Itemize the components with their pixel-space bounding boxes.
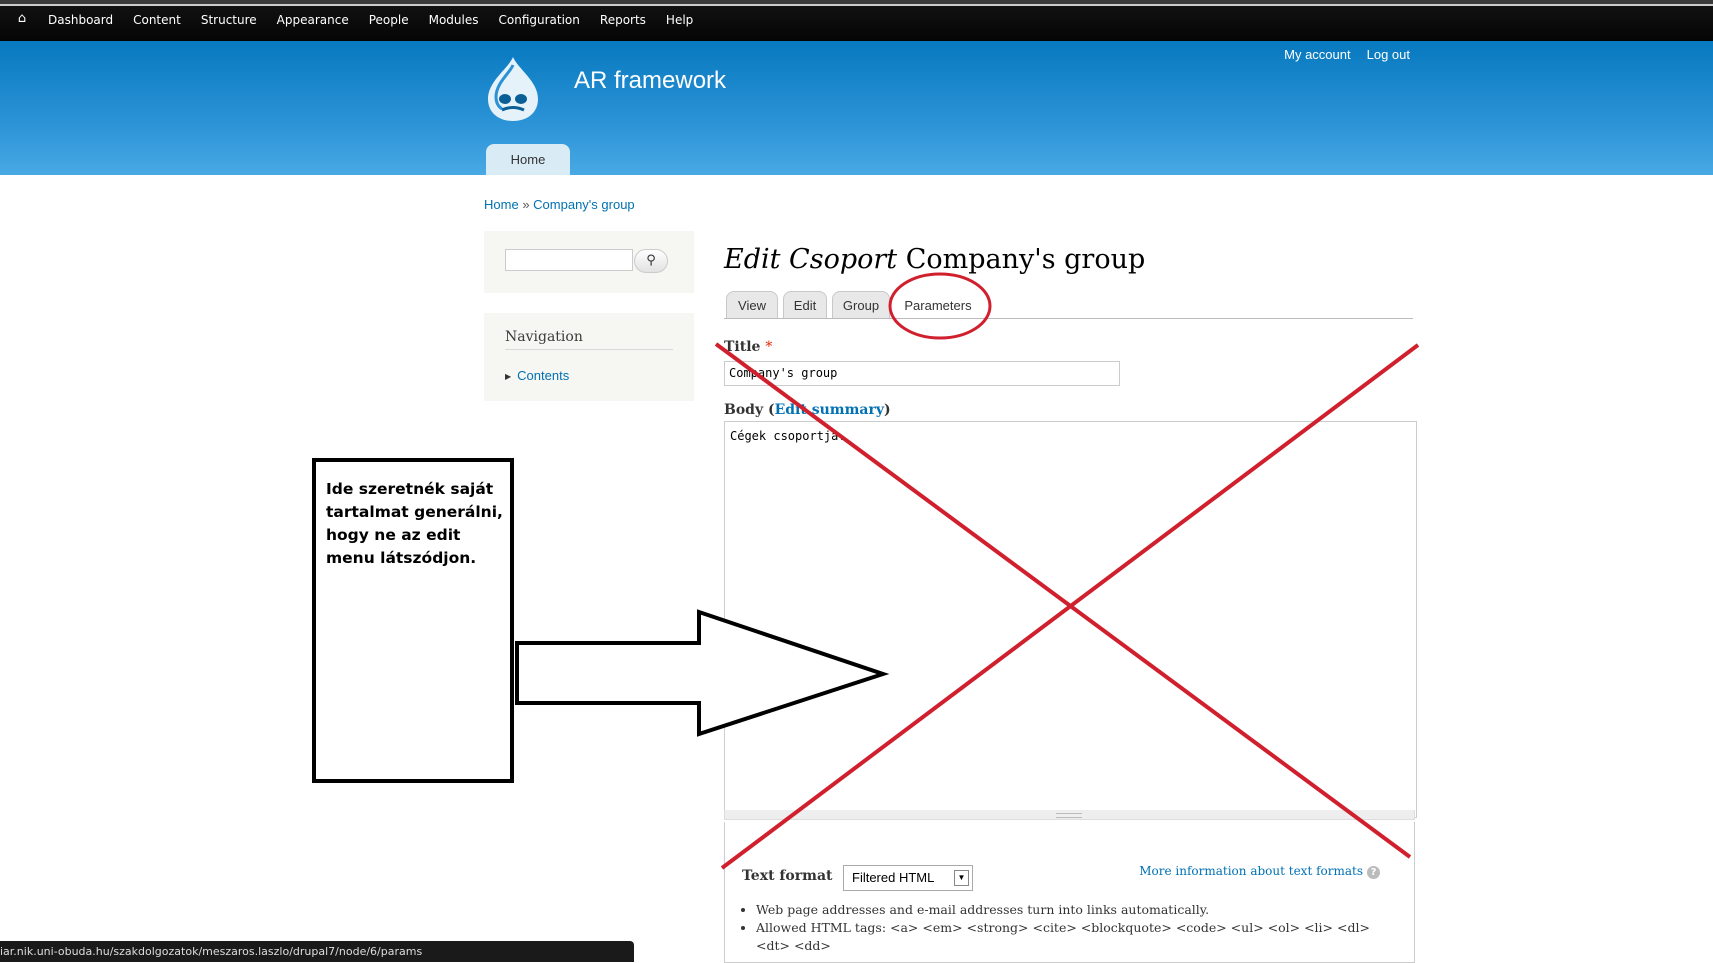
toolbar-item-people[interactable]: People — [369, 13, 409, 27]
more-info-link[interactable]: More information about text formats — [1139, 864, 1363, 878]
text-format-more-info: More information about text formats? — [1139, 864, 1380, 879]
chevron-down-icon: ▼ — [954, 870, 969, 886]
search-button[interactable]: ⚲ — [634, 249, 668, 273]
breadcrumb-home-link[interactable]: Home — [484, 197, 519, 212]
site-header: AR framework My account Log out Home — [0, 41, 1713, 175]
admin-menu: Dashboard Content Structure Appearance P… — [48, 13, 713, 27]
title-input[interactable]: Company's group — [724, 361, 1120, 386]
page-title-name: Company's group — [905, 244, 1146, 275]
toolbar-item-help[interactable]: Help — [666, 13, 693, 27]
breadcrumb-separator: » — [522, 197, 530, 212]
body-textarea[interactable]: Cégek csoportja. — [724, 421, 1417, 818]
my-account-link[interactable]: My account — [1284, 47, 1350, 62]
toolbar-item-content[interactable]: Content — [133, 13, 181, 27]
text-format-tips: Web page addresses and e-mail addresses … — [742, 901, 1396, 955]
textarea-resize-handle[interactable] — [724, 810, 1415, 820]
status-url: iar.nik.uni-obuda.hu/szakdolgozatok/mesz… — [0, 945, 423, 958]
tip-item: Web page addresses and e-mail addresses … — [756, 901, 1396, 919]
tab-view[interactable]: View — [726, 291, 778, 319]
page-title: Edit Csoport Company's group — [724, 244, 1145, 275]
navigation-item-contents[interactable]: ▶ Contents — [505, 368, 569, 383]
tabs-divider — [724, 318, 1413, 319]
text-format-select[interactable]: Filtered HTML ▼ — [843, 865, 973, 891]
search-block: ⚲ — [484, 231, 694, 293]
toolbar-item-structure[interactable]: Structure — [201, 13, 257, 27]
edit-summary-link[interactable]: Edit summary — [775, 402, 884, 418]
site-name[interactable]: AR framework — [574, 67, 726, 95]
toolbar-item-modules[interactable]: Modules — [429, 13, 479, 27]
toolbar-item-dashboard[interactable]: Dashboard — [48, 13, 113, 27]
search-input[interactable] — [505, 249, 633, 271]
breadcrumb-group-link[interactable]: Company's group — [533, 197, 634, 212]
log-out-link[interactable]: Log out — [1367, 47, 1410, 62]
navigation-title: Navigation — [505, 329, 673, 350]
required-marker: * — [765, 339, 773, 355]
tip-item: Allowed HTML tags: <a> <em> <strong> <ci… — [756, 919, 1396, 955]
annotation-note-box: Ide szeretnék saját tartalmat generálni,… — [312, 458, 514, 783]
triangle-right-icon: ▶ — [505, 372, 512, 381]
title-label-text: Title — [724, 339, 761, 355]
drupal-logo-icon[interactable] — [482, 55, 544, 123]
tab-parameters[interactable]: Parameters — [893, 291, 983, 319]
body-label-end: ) — [883, 402, 891, 418]
toolbar-item-reports[interactable]: Reports — [600, 13, 646, 27]
text-format-label: Text format — [742, 868, 833, 884]
page-title-prefix: Edit Csoport — [724, 244, 898, 275]
tab-group[interactable]: Group — [832, 291, 890, 319]
toolbar-item-configuration[interactable]: Configuration — [499, 13, 580, 27]
navigation-item-label[interactable]: Contents — [517, 368, 569, 383]
main-menu-home-tab[interactable]: Home — [486, 144, 570, 175]
title-field-label: Title * — [724, 339, 772, 355]
breadcrumb: Home » Company's group — [484, 197, 635, 212]
help-icon[interactable]: ? — [1367, 866, 1380, 879]
body-label-text: Body ( — [724, 402, 775, 418]
text-format-selected: Filtered HTML — [852, 870, 935, 885]
navigation-block: Navigation ▶ Contents — [484, 313, 694, 401]
magnifier-icon: ⚲ — [646, 253, 656, 268]
annotation-note-text: Ide szeretnék saját tartalmat generálni,… — [326, 480, 503, 567]
browser-status-bar: iar.nik.uni-obuda.hu/szakdolgozatok/mesz… — [0, 941, 634, 962]
admin-toolbar: ⌂ Dashboard Content Structure Appearance… — [0, 0, 1713, 41]
home-icon[interactable]: ⌂ — [15, 12, 29, 26]
tab-edit[interactable]: Edit — [783, 291, 827, 319]
secondary-menu: My account Log out — [1268, 47, 1410, 62]
body-field-label: Body (Edit summary) — [724, 402, 891, 418]
toolbar-item-appearance[interactable]: Appearance — [277, 13, 349, 27]
